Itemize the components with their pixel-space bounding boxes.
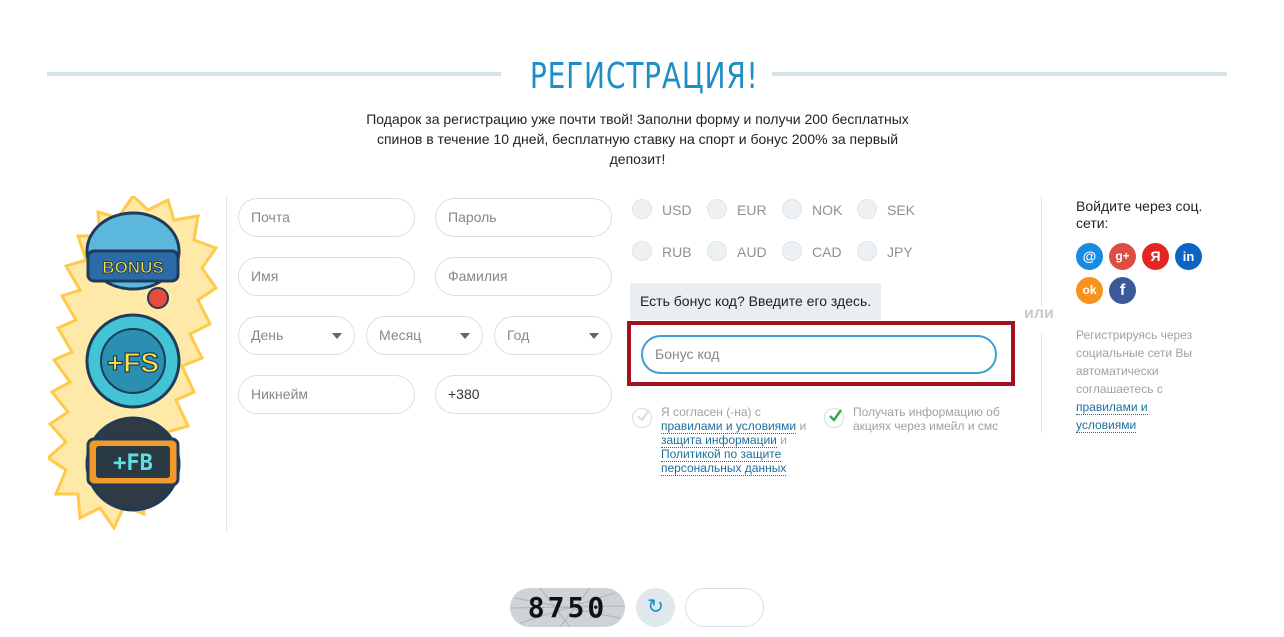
captcha-code: 8750	[527, 591, 608, 624]
phone-input[interactable]: +380	[435, 375, 612, 414]
bonus-text: BONUS	[102, 258, 163, 277]
agree-checkbox[interactable]	[632, 408, 652, 428]
agree-and: и	[776, 433, 787, 447]
captcha-image: 8750	[510, 588, 625, 627]
or-label: или	[1024, 305, 1054, 322]
bonus-code-tooltip: Есть бонус код? Введите его здесь.	[630, 283, 881, 320]
refresh-captcha-button[interactable]: ↻	[636, 588, 675, 627]
fb-text: +FB	[113, 451, 153, 476]
radio-circle	[632, 199, 652, 219]
chevron-down-icon	[460, 333, 470, 339]
currency-label: USD	[662, 202, 692, 218]
captcha-input[interactable]	[685, 588, 764, 627]
refresh-icon: ↻	[647, 596, 664, 618]
linkedin-icon[interactable]: in	[1175, 243, 1202, 270]
page-title: РЕГИСТРАЦИЯ!	[529, 56, 759, 97]
social-note: Регистрируясь через социальные сети Вы а…	[1076, 326, 1206, 434]
radio-circle	[707, 199, 727, 219]
radio-circle	[707, 241, 727, 261]
nickname-input[interactable]: Никнейм	[238, 375, 415, 414]
bonus-illustration: BONUS +FS +FB	[45, 193, 219, 532]
mail-ru-icon[interactable]: @	[1076, 243, 1103, 270]
joystick	[147, 287, 169, 309]
radio-circle	[857, 241, 877, 261]
social-terms-link[interactable]: правилами и условиями	[1076, 400, 1148, 433]
chevron-down-icon	[332, 333, 342, 339]
check-icon	[637, 409, 650, 422]
year-select[interactable]: Год	[494, 316, 612, 355]
currency-label: JPY	[887, 244, 913, 260]
check-icon	[829, 409, 843, 422]
currency-label: EUR	[737, 202, 767, 218]
page-subtitle: Подарок за регистрацию уже почти твой! З…	[366, 111, 909, 167]
data-policy-link[interactable]: Политикой по защите персональных данных	[661, 447, 787, 476]
social-login-title: Войдите через соц. сети:	[1076, 198, 1203, 231]
registration-page: РЕГИСТРАЦИЯ! Подарок за регистрацию уже …	[0, 0, 1284, 637]
header-rule-left	[47, 72, 501, 76]
google-plus-icon[interactable]: g+	[1109, 243, 1136, 270]
currency-label: SEK	[887, 202, 916, 218]
currency-label: AUD	[737, 244, 767, 260]
agree-and: и	[796, 419, 807, 433]
month-select-label: Месяц	[379, 327, 422, 343]
currency-label: RUB	[662, 244, 692, 260]
newsletter-checkbox[interactable]	[824, 408, 844, 428]
terms-link[interactable]: правилами и условиями	[661, 419, 797, 434]
radio-circle	[782, 199, 802, 219]
first-name-input[interactable]: Имя	[238, 257, 415, 296]
agree-text: Я согласен (-на) с правилами и условиями…	[661, 405, 811, 476]
radio-circle	[782, 241, 802, 261]
illustration-divider	[226, 196, 227, 532]
privacy-link[interactable]: защита информации	[661, 433, 777, 448]
agree-prefix: Я согласен (-на) с	[661, 405, 761, 419]
odnoklassniki-icon[interactable]: ok	[1076, 277, 1103, 304]
chevron-down-icon	[589, 333, 599, 339]
facebook-icon[interactable]: f	[1109, 277, 1136, 304]
or-divider-top	[1041, 196, 1042, 306]
or-divider-bottom	[1041, 333, 1042, 433]
bonus-code-input[interactable]: Бонус код	[641, 335, 997, 374]
month-select[interactable]: Месяц	[366, 316, 483, 355]
currency-label: NOK	[812, 202, 843, 218]
day-select[interactable]: День	[238, 316, 355, 355]
yandex-icon[interactable]: Я	[1142, 243, 1169, 270]
fs-text: +FS	[107, 347, 159, 378]
newsletter-text: Получать информацию об акциях через имей…	[853, 405, 1000, 433]
day-select-label: День	[251, 327, 284, 343]
year-select-label: Год	[507, 327, 530, 343]
password-input[interactable]: Пароль	[435, 198, 612, 237]
currency-label: CAD	[812, 244, 842, 260]
social-note-text: Регистрируясь через социальные сети Вы а…	[1076, 328, 1193, 396]
radio-circle	[632, 241, 652, 261]
last-name-input[interactable]: Фамилия	[435, 257, 612, 296]
radio-circle	[857, 199, 877, 219]
header-rule-right	[772, 72, 1227, 76]
email-input[interactable]: Почта	[238, 198, 415, 237]
